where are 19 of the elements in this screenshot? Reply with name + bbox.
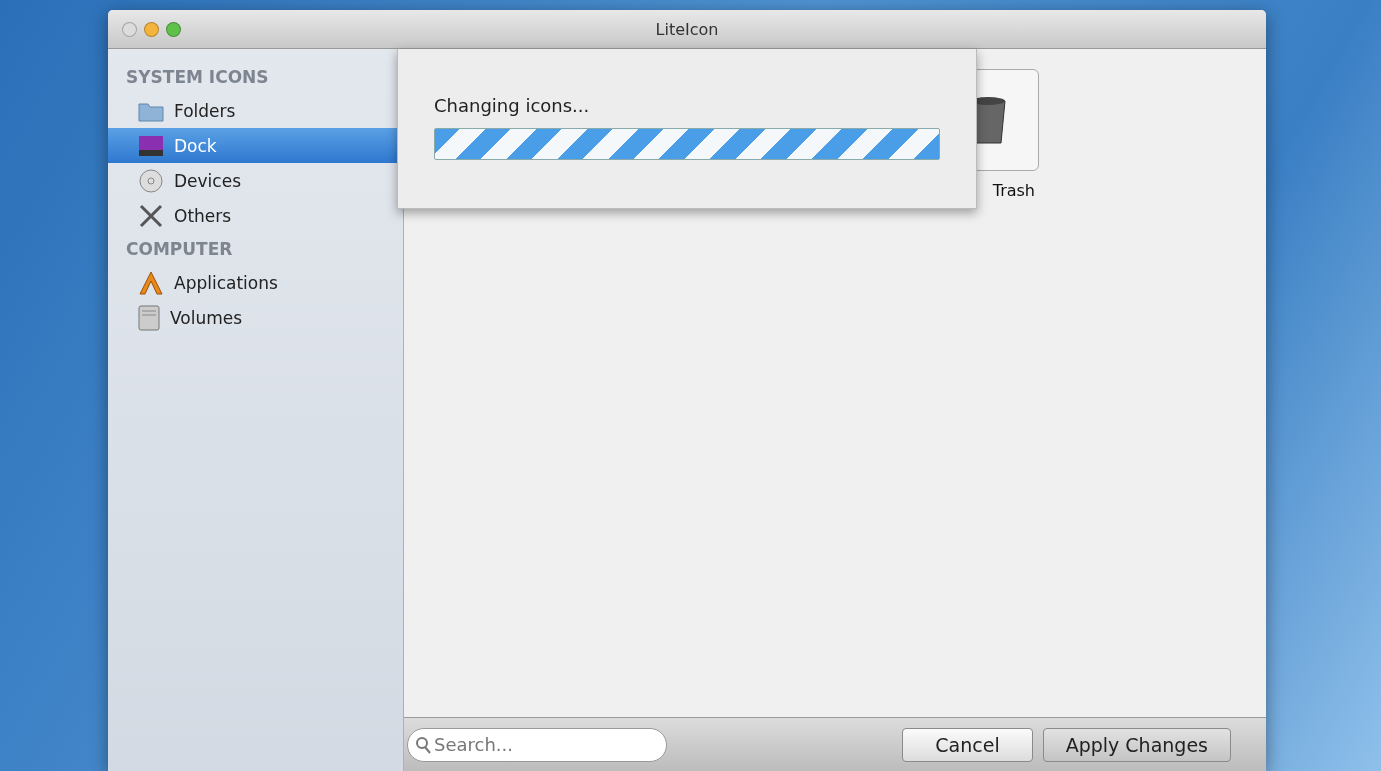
dock-icon [138, 134, 164, 157]
progress-message: Changing icons... [434, 95, 591, 116]
section-heading: SYSTEM ICONS [125, 66, 270, 89]
search-field[interactable]: Search... [407, 727, 667, 762]
applications-icon [138, 269, 164, 296]
close-button[interactable] [122, 21, 137, 37]
sidebar-item[interactable]: Volumes [108, 300, 403, 335]
apply-button[interactable]: Apply Changes [1042, 727, 1231, 762]
zoom-button[interactable] [166, 21, 181, 37]
search-icon [415, 735, 431, 754]
window-title: LiteIcon [655, 19, 719, 39]
drive-icon [138, 304, 160, 331]
minimize-button[interactable] [144, 21, 159, 37]
disc-icon [138, 167, 164, 194]
sidebar-item[interactable]: Others [108, 198, 403, 233]
section-heading: COMPUTER [125, 238, 234, 261]
sidebar-item[interactable]: Applications [108, 265, 403, 300]
icon-label: Trash [992, 181, 1036, 200]
cancel-button[interactable]: Cancel [902, 727, 1033, 762]
